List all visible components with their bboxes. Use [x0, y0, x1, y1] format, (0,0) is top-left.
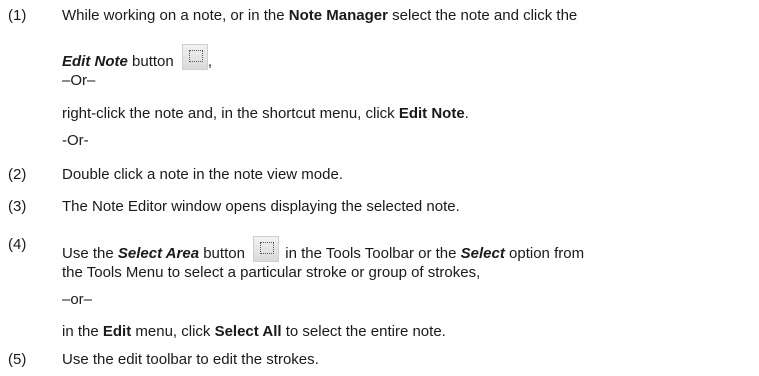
step-1-line-3: right-click the note and, in the shortcu…: [62, 105, 469, 122]
note-manager-label: Note Manager: [288, 7, 388, 24]
step-number: (5): [8, 351, 27, 368]
step-5-text: Use the edit toolbar to edit the strokes…: [62, 351, 319, 368]
step-4-line-3: in the Edit menu, click Select All to se…: [62, 323, 446, 340]
edit-menu-label: Edit: [102, 323, 132, 340]
step-number: (1): [8, 7, 27, 24]
instructions-document: (1) While working on a note, or in the N…: [0, 0, 759, 376]
step-4-line-1: Use the Select Area button in the Tools …: [62, 236, 584, 263]
select-all-label: Select All: [214, 323, 282, 340]
step-1-line-2: Edit Note button ,: [62, 44, 212, 71]
step-3-text: The Note Editor window opens displaying …: [62, 198, 460, 215]
step-number: (2): [8, 166, 27, 183]
select-area-label: Select Area: [117, 245, 200, 262]
or-separator: –Or–: [62, 72, 96, 89]
step-4-line-2: the Tools Menu to select a particular st…: [62, 264, 481, 281]
select-option-label: Select: [460, 245, 505, 262]
or-separator: –or–: [62, 291, 93, 308]
or-separator: -Or-: [62, 132, 89, 149]
step-number: (3): [8, 198, 27, 215]
edit-note-label: Edit Note: [62, 53, 128, 70]
select-area-icon: [253, 236, 280, 262]
step-1-line-1: While working on a note, or in the Note …: [62, 7, 578, 24]
step-number: (4): [8, 236, 27, 253]
select-area-icon: [181, 44, 208, 70]
step-2-text: Double click a note in the note view mod…: [62, 166, 343, 183]
edit-note-menu-item: Edit Note: [398, 105, 465, 122]
